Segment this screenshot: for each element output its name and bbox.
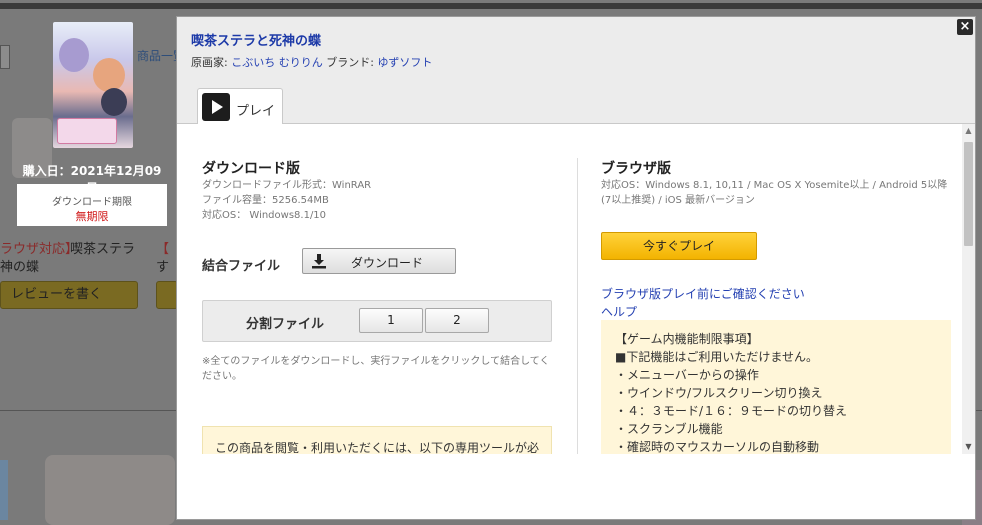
- scroll-down-icon[interactable]: ▼: [962, 440, 975, 454]
- download-icon: [312, 254, 326, 269]
- background-search-input: [0, 45, 10, 69]
- download-limit-value: 無期限: [75, 210, 109, 223]
- cover-character: [59, 38, 89, 72]
- limits-item: 【ゲーム内機能制限事項】: [615, 332, 759, 346]
- close-icon[interactable]: ×: [957, 19, 973, 35]
- modal-footer: [177, 454, 975, 519]
- cover-character: [101, 88, 127, 116]
- cover-character: [93, 58, 125, 92]
- play-now-button[interactable]: 今すぐプレイ: [601, 232, 757, 260]
- limits-item: ■下記機能はご利用いただけません。: [615, 350, 818, 364]
- download-heading: ダウンロード版: [202, 161, 300, 177]
- split-part-button-2[interactable]: 2: [425, 308, 489, 333]
- tool-notice-text: この商品を閲覧・利用いただくには、以下の専用ツールが必: [215, 441, 540, 454]
- product-cover-image: [53, 22, 133, 148]
- limits-item: ・ウインドウ/フルスクリーン切り換え: [615, 386, 823, 400]
- merge-file-row: 結合ファイル ダウンロード: [202, 248, 552, 278]
- download-size: ファイル容量：5256.54MB: [202, 195, 329, 206]
- download-limit-box: ダウンロード期限 無期限: [17, 184, 167, 226]
- merge-note: ※全てのファイルをダウンロードし、実行ファイルをクリックして結合してください。: [202, 356, 550, 382]
- modal-title[interactable]: 喫茶ステラと死神の蝶: [191, 30, 321, 49]
- background-thumbnail-bottom: [45, 455, 175, 525]
- tab-play-label: プレイ: [236, 104, 276, 119]
- brand-link[interactable]: ゆずソフト: [377, 56, 432, 69]
- background-header-strip: [0, 3, 982, 9]
- download-format: ダウンロードファイル形式：WinRAR: [202, 180, 372, 191]
- column-divider: [577, 158, 578, 454]
- limits-item: ・確認時のマウスカーソルの自動移動: [615, 440, 820, 454]
- download-limit-label: ダウンロード期限: [52, 197, 132, 208]
- download-os: 対応OS： Windows8.1/10: [202, 210, 327, 221]
- tab-play[interactable]: プレイ: [197, 88, 283, 124]
- background-item-title-2: 神の蝶: [0, 260, 40, 275]
- tool-notice-box: この商品を閲覧・利用いただくには、以下の専用ツールが必: [202, 426, 552, 454]
- split-file-box: 分割ファイル 1 2: [202, 300, 552, 342]
- brand-label: ブランド:: [326, 56, 374, 69]
- background-review-button: レビューを書く: [0, 281, 138, 309]
- background-thumbnail-edge: [0, 460, 8, 520]
- product-meta: 原画家: こぶいち むりりん ブランド: ゆずソフト: [191, 54, 432, 70]
- function-limits-box: 【ゲーム内機能制限事項】 ■下記機能はご利用いただけません。 ・メニューバーから…: [601, 320, 951, 454]
- limits-item: ・メニューバーからの操作: [615, 368, 759, 382]
- scrollbar-thumb[interactable]: [964, 142, 973, 246]
- download-button-label: ダウンロード: [351, 256, 424, 270]
- background-item-tag: ラウザ対応】: [0, 242, 79, 257]
- artist-label: 原画家:: [191, 56, 228, 69]
- cover-logo: [57, 118, 117, 144]
- download-section: ダウンロード版 ダウンロードファイル形式：WinRAR ファイル容量：5256.…: [202, 158, 552, 454]
- download-button[interactable]: ダウンロード: [302, 248, 456, 274]
- modal-content: ダウンロード版 ダウンロードファイル形式：WinRAR ファイル容量：5256.…: [177, 124, 962, 454]
- browser-os: 対応OS：Windows 8.1, 10,11 / Mac OS X Yosem…: [601, 180, 948, 206]
- play-icon: [202, 93, 230, 121]
- split-part-button-1[interactable]: 1: [359, 308, 423, 333]
- limits-item: ・４：３モード/１６：９モードの切り替え: [615, 404, 848, 418]
- product-modal: 喫茶ステラと死神の蝶 原画家: こぶいち むりりん ブランド: ゆずソフト × …: [176, 16, 976, 520]
- browser-section: ブラウザ版 対応OS：Windows 8.1, 10,11 / Mac OS X…: [601, 158, 951, 454]
- background-item2-tag: 【: [156, 242, 170, 257]
- background-review-button-2: [156, 281, 178, 309]
- browser-heading: ブラウザ版: [601, 161, 671, 177]
- split-file-label: 分割ファイル: [246, 317, 325, 332]
- content-scrollbar[interactable]: ▲ ▼: [962, 124, 975, 454]
- scroll-up-icon[interactable]: ▲: [962, 124, 975, 138]
- artist-link[interactable]: こぶいち: [231, 56, 275, 69]
- modal-header: 喫茶ステラと死神の蝶 原画家: こぶいち むりりん ブランド: ゆずソフト × …: [177, 17, 975, 124]
- artist-link[interactable]: むりりん: [279, 56, 323, 69]
- merge-file-label: 結合ファイル: [202, 259, 281, 274]
- limits-item: ・スクランブル機能: [615, 422, 723, 436]
- browser-confirm-link[interactable]: ブラウザ版プレイ前にご確認ください: [601, 285, 805, 302]
- background-item2-title: す: [156, 260, 170, 275]
- background-item-title: 喫茶ステラ: [70, 242, 136, 257]
- help-link[interactable]: ヘルプ: [601, 303, 637, 320]
